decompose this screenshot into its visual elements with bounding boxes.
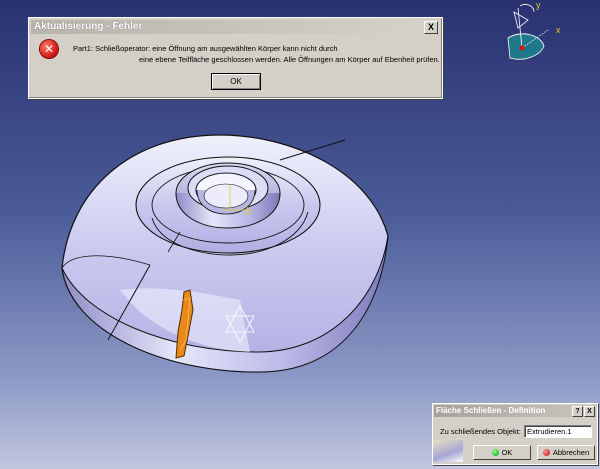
error-message-line2: eine ebene Teilfläche geschlossen werden…: [139, 55, 440, 64]
compass-x-label: x: [556, 25, 561, 35]
close-surface-ok-label: OK: [501, 448, 513, 457]
error-dialog-close-button[interactable]: X: [424, 21, 438, 34]
cancel-icon: [542, 449, 550, 456]
error-dialog: Aktualisierung - Fehler X ✕ Part1: Schli…: [28, 17, 443, 99]
error-dialog-titlebar[interactable]: Aktualisierung - Fehler X: [31, 20, 440, 34]
error-icon: ✕: [40, 40, 58, 58]
object-to-close-label: Zu schließendes Objekt:: [440, 427, 521, 436]
compass-y-label: y: [536, 0, 541, 10]
error-ok-button[interactable]: OK: [211, 73, 261, 90]
close-surface-titlebar[interactable]: Fläche Schließen - Definition ? X: [434, 405, 596, 417]
error-message-line1: Part1: Schließoperator: eine Öffnung am …: [73, 44, 338, 53]
help-button[interactable]: ?: [572, 406, 583, 417]
close-surface-close-button[interactable]: X: [584, 406, 595, 417]
close-surface-ok-button[interactable]: OK: [473, 445, 531, 460]
dialog-decoration-image: [433, 440, 463, 462]
ok-check-icon: [491, 449, 499, 456]
compass-icon: y x: [507, 0, 561, 60]
close-surface-title: Fläche Schließen - Definition: [436, 406, 546, 415]
error-dialog-title: Aktualisierung - Fehler: [34, 21, 143, 32]
close-surface-cancel-label: Abbrechen: [552, 448, 590, 457]
object-to-close-field[interactable]: Extrudieren.1: [524, 425, 592, 438]
close-surface-cancel-button[interactable]: Abbrechen: [537, 445, 595, 460]
